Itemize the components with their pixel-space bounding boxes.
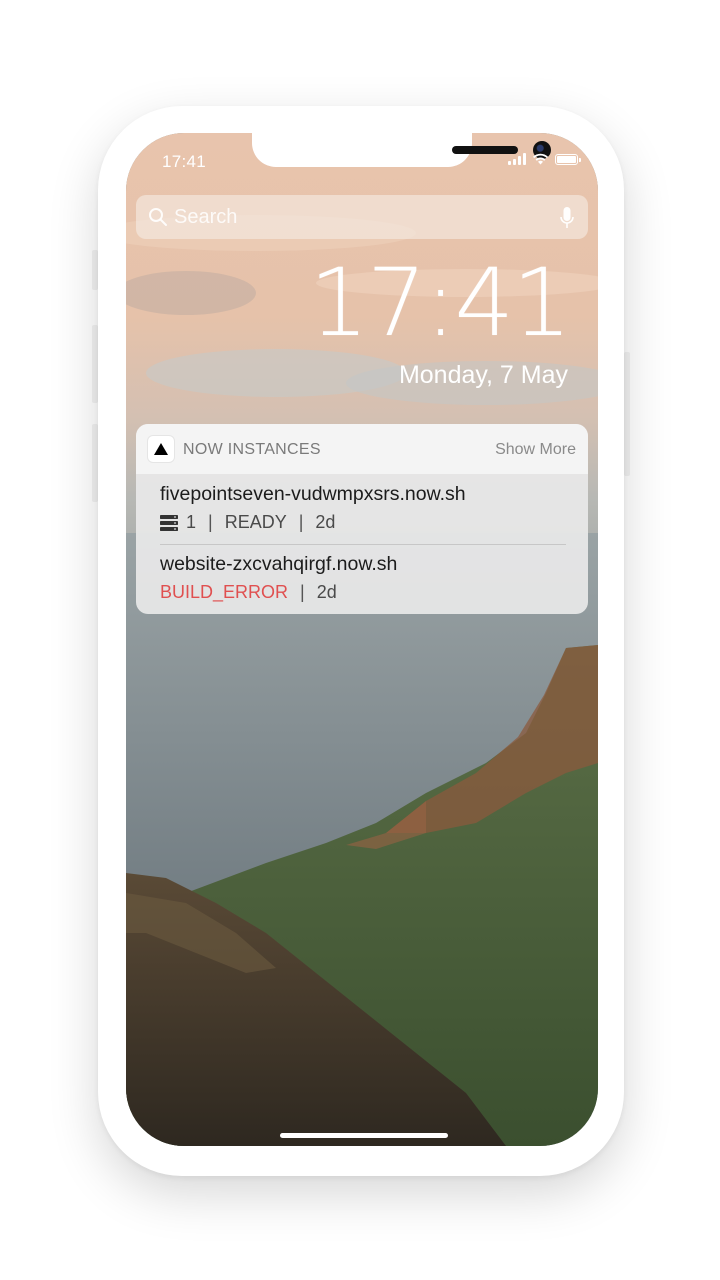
notification-header: NOW INSTANCES Show More: [136, 424, 588, 474]
notification-card[interactable]: NOW INSTANCES Show More fivepointseven-v…: [136, 424, 588, 614]
separator: |: [208, 512, 213, 532]
deployment-meta: BUILD_ERROR | 2d: [160, 582, 566, 603]
microphone-icon[interactable]: [560, 206, 574, 230]
power-button: [624, 352, 630, 476]
triangle-logo-icon: [154, 443, 168, 455]
notification-item[interactable]: fivepointseven-vudwmpxsrs.now.sh 1 | REA…: [160, 483, 566, 533]
deployment-meta: 1 | READY | 2d: [160, 512, 566, 533]
device-mockup: 17:41 17:41 Monday,: [0, 0, 720, 1280]
app-name: NOW INSTANCES: [183, 441, 321, 458]
status-time: 17:41: [162, 152, 207, 171]
lockscreen-clock: 17:41: [309, 249, 572, 358]
show-more-button[interactable]: Show More: [495, 441, 576, 459]
divider: [160, 544, 566, 545]
instance-count: 1: [186, 512, 197, 532]
lockscreen-date: Monday, 7 May: [398, 361, 568, 389]
search-input[interactable]: [174, 195, 534, 239]
separator: |: [300, 582, 305, 602]
app-icon: [148, 436, 174, 462]
search-bar[interactable]: [136, 195, 588, 239]
deployment-name: website-zxcvahqirgf.now.sh: [160, 553, 398, 575]
notification-item[interactable]: website-zxcvahqirgf.now.sh BUILD_ERROR |…: [160, 553, 566, 603]
deployment-age: 2d: [316, 582, 337, 602]
lock-screen: 17:41 17:41 Monday,: [126, 133, 598, 1146]
deployment-status: BUILD_ERROR: [160, 582, 289, 602]
search-icon: [149, 208, 167, 226]
signal-icon: [508, 153, 526, 165]
deployment-name: fivepointseven-vudwmpxsrs.now.sh: [160, 483, 466, 505]
battery-icon: [555, 153, 581, 165]
wifi-icon: [533, 153, 548, 165]
home-indicator[interactable]: [280, 1133, 448, 1138]
status-icons: [508, 153, 581, 165]
separator: |: [298, 512, 304, 532]
server-icon: [160, 514, 178, 531]
deployment-age: 2d: [315, 512, 336, 532]
deployment-status: READY: [224, 512, 287, 532]
notch: [252, 133, 551, 167]
